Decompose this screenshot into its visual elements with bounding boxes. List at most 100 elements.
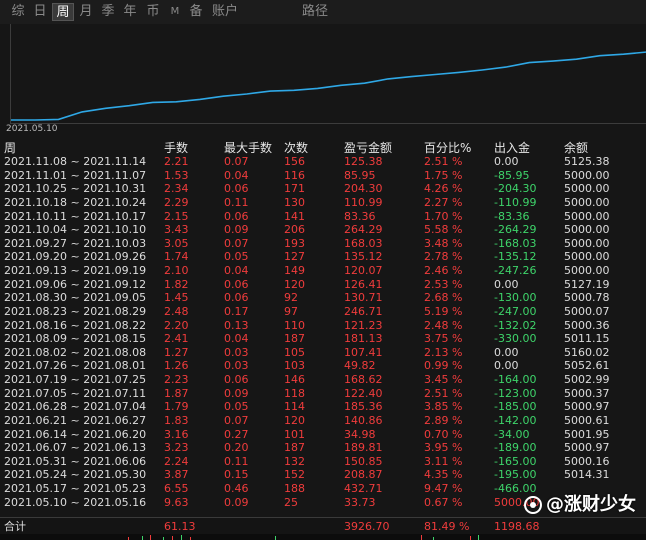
table-row[interactable]: 2021.10.18 ~ 2021.10.24 2.29 0.11 130 110.99…	[0, 196, 646, 210]
volume-tick	[421, 535, 422, 540]
tab-7[interactable]: M	[168, 3, 182, 21]
cell-count: 193	[284, 236, 305, 250]
cell-flow: 0.00	[494, 359, 519, 373]
chart-start-date: 2021.05.10	[6, 124, 58, 134]
table-row[interactable]: 2021.06.21 ~ 2021.06.27 1.83 0.07 120 140.86…	[0, 414, 646, 428]
totals-pct: 81.49 %	[424, 520, 470, 533]
column-header-count[interactable]: 次数	[284, 139, 308, 156]
cell-pnl: 168.03	[344, 236, 383, 250]
column-header-pct[interactable]: 百分比%	[424, 139, 471, 156]
cell-pnl: 264.29	[344, 223, 383, 237]
column-header-lots[interactable]: 手数	[164, 139, 188, 156]
cell-lots: 1.27	[164, 345, 189, 359]
tab-4[interactable]: 季	[98, 3, 118, 21]
cell-lots: 1.83	[164, 413, 189, 427]
cell-week: 2021.11.08 ~ 2021.11.14	[4, 155, 147, 168]
cell-max-lots: 0.11	[224, 454, 249, 468]
cell-max-lots: 0.04	[224, 332, 249, 346]
table-row[interactable]: 2021.07.05 ~ 2021.07.11 1.87 0.09 118 122.40…	[0, 387, 646, 401]
cell-pnl: 189.81	[344, 441, 383, 455]
cell-lots: 2.34	[164, 182, 189, 196]
cell-max-lots: 0.07	[224, 236, 249, 250]
table-row[interactable]: 2021.07.19 ~ 2021.07.25 2.23 0.06 146 168.62…	[0, 373, 646, 387]
cell-balance: 5000.78	[564, 291, 610, 305]
tab-6[interactable]: 币	[142, 3, 164, 21]
totals-pnl: 3926.70	[344, 520, 390, 533]
cell-count: 110	[284, 318, 305, 332]
cell-max-lots: 0.46	[224, 482, 249, 495]
table-row[interactable]: 2021.10.11 ~ 2021.10.17 2.15 0.06 141 83.36 1…	[0, 210, 646, 224]
cell-pnl: 85.95	[344, 168, 376, 182]
cell-lots: 2.20	[164, 318, 189, 332]
cell-flow: 0.00	[494, 345, 519, 359]
table-row[interactable]: 2021.05.31 ~ 2021.06.06 2.24 0.11 132 150.85…	[0, 455, 646, 469]
cell-balance: 5160.02	[564, 345, 610, 359]
cell-pct: 3.95 %	[424, 441, 463, 455]
column-header-week[interactable]: 周	[4, 139, 16, 156]
cell-flow: -142.00	[494, 413, 537, 427]
cell-max-lots: 0.04	[224, 168, 249, 182]
cell-max-lots: 0.09	[224, 223, 249, 237]
totals-label: 合计	[4, 520, 26, 533]
tab-8[interactable]: 备	[186, 3, 206, 21]
cell-balance: 5001.95	[564, 427, 610, 441]
tab-1[interactable]: 日	[30, 3, 50, 21]
cell-count: 152	[284, 468, 305, 482]
table-row[interactable]: 2021.07.26 ~ 2021.08.01 1.26 0.03 103 49.82 0…	[0, 359, 646, 373]
cell-count: 92	[284, 291, 298, 305]
cell-balance: 5000.00	[564, 182, 610, 196]
cell-balance: 5011.15	[564, 332, 610, 346]
table-row[interactable]: 2021.09.27 ~ 2021.10.03 3.05 0.07 193 168.03…	[0, 237, 646, 251]
tab-10[interactable]: 路径	[300, 3, 330, 21]
table-row[interactable]: 2021.10.04 ~ 2021.10.10 3.43 0.09 206 264.29…	[0, 223, 646, 237]
cell-balance: 5000.00	[564, 236, 610, 250]
column-header-flow[interactable]: 出入金	[494, 139, 530, 156]
table-row[interactable]: 2021.11.08 ~ 2021.11.14 2.21 0.07 156 125.38…	[0, 155, 646, 169]
table-row[interactable]: 2021.11.01 ~ 2021.11.07 1.53 0.04 116 85.95 1…	[0, 169, 646, 183]
cell-week: 2021.05.17 ~ 2021.05.23	[4, 482, 147, 495]
volume-tick	[181, 535, 182, 540]
column-header-balance[interactable]: 余额	[564, 139, 588, 156]
table-row[interactable]: 2021.09.06 ~ 2021.09.12 1.82 0.06 120 126.41…	[0, 278, 646, 292]
column-header-pnl[interactable]: 盈亏金额	[344, 139, 392, 156]
table-row[interactable]: 2021.09.13 ~ 2021.09.19 2.10 0.04 149 120.07…	[0, 264, 646, 278]
table-row[interactable]: 2021.06.07 ~ 2021.06.13 3.23 0.20 187 189.81…	[0, 441, 646, 455]
cell-pct: 2.51 %	[424, 386, 463, 400]
cell-pnl: 432.71	[344, 482, 383, 495]
cell-flow: -330.00	[494, 332, 537, 346]
cell-pnl: 185.36	[344, 400, 383, 414]
cell-balance: 5052.61	[564, 359, 610, 373]
tab-5[interactable]: 年	[120, 3, 140, 21]
cell-pct: 0.99 %	[424, 359, 463, 373]
cell-max-lots: 0.27	[224, 427, 249, 441]
cell-flow: -132.02	[494, 318, 537, 332]
cell-week: 2021.10.11 ~ 2021.10.17	[4, 209, 147, 223]
table-row[interactable]: 2021.06.14 ~ 2021.06.20 3.16 0.27 101 34.98 0…	[0, 428, 646, 442]
tab-3[interactable]: 月	[76, 3, 96, 21]
cell-lots: 1.82	[164, 277, 189, 291]
table-row[interactable]: 2021.06.28 ~ 2021.07.04 1.79 0.05 114 185.36…	[0, 400, 646, 414]
cell-balance: 5000.00	[564, 195, 610, 209]
tab-2[interactable]: 周	[52, 3, 74, 21]
table-row[interactable]: 2021.05.24 ~ 2021.05.30 3.87 0.15 152 208.87…	[0, 468, 646, 482]
table-row[interactable]: 2021.10.25 ~ 2021.10.31 2.34 0.06 171 204.30…	[0, 182, 646, 196]
cell-pct: 2.13 %	[424, 345, 463, 359]
table-row[interactable]: 2021.08.09 ~ 2021.08.15 2.41 0.04 187 181.13…	[0, 332, 646, 346]
table-row[interactable]: 2021.08.16 ~ 2021.08.22 2.20 0.13 110 121.23…	[0, 319, 646, 333]
cell-max-lots: 0.09	[224, 386, 249, 400]
tab-9[interactable]: 账户	[210, 3, 240, 21]
table-row[interactable]: 2021.08.30 ~ 2021.09.05 1.45 0.06 92 130.71 2…	[0, 291, 646, 305]
cell-max-lots: 0.13	[224, 318, 249, 332]
cell-max-lots: 0.04	[224, 264, 249, 277]
cell-count: 105	[284, 345, 305, 359]
cell-count: 116	[284, 168, 305, 182]
table-row[interactable]: 2021.08.02 ~ 2021.08.08 1.27 0.03 105 107.41…	[0, 346, 646, 360]
tab-0[interactable]: 综	[8, 3, 28, 21]
column-header-max-lots[interactable]: 最大手数	[224, 139, 272, 156]
cell-pct: 5.58 %	[424, 223, 463, 237]
cell-week: 2021.10.25 ~ 2021.10.31	[4, 182, 147, 196]
cell-max-lots: 0.03	[224, 345, 249, 359]
table-row[interactable]: 2021.09.20 ~ 2021.09.26 1.74 0.05 127 135.12…	[0, 250, 646, 264]
table-row[interactable]: 2021.08.23 ~ 2021.08.29 2.48 0.17 97 246.71 5…	[0, 305, 646, 319]
cell-flow: -34.00	[494, 427, 530, 441]
